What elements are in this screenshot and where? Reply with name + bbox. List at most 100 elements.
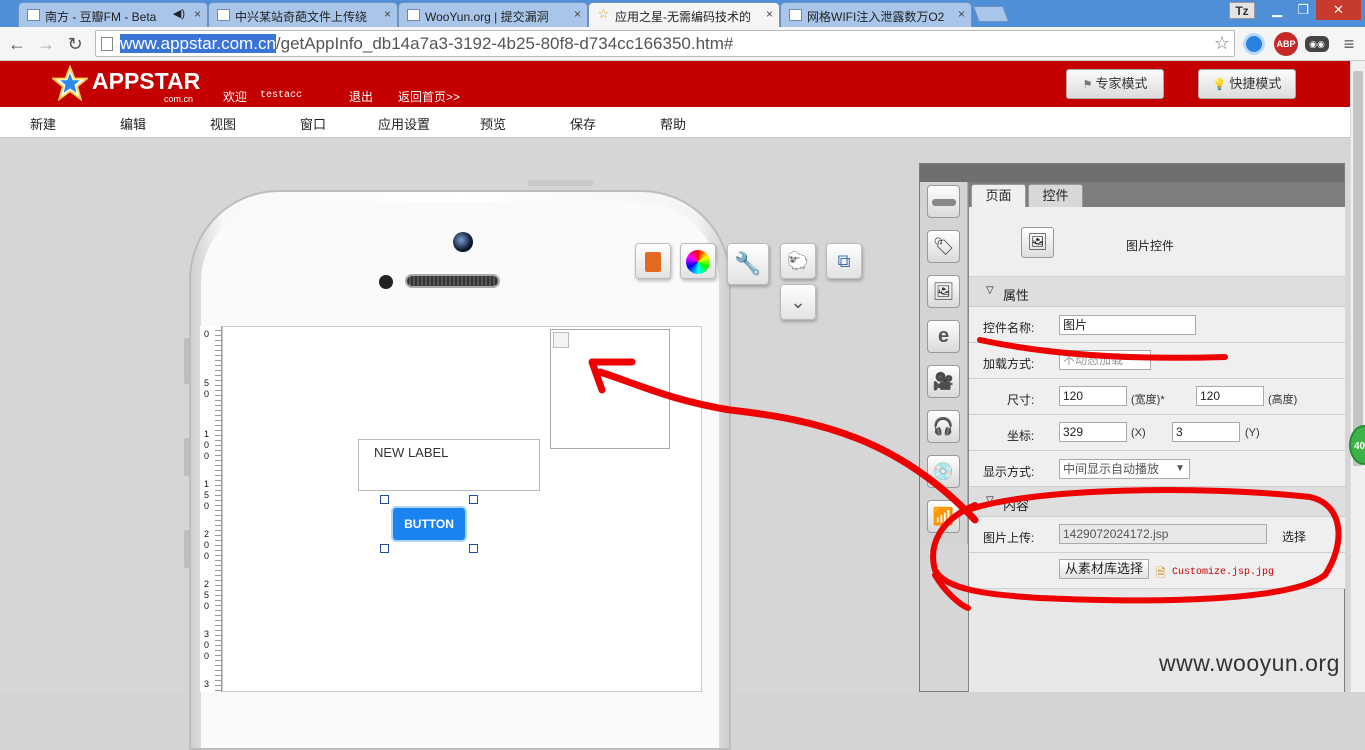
name-input[interactable]: 图片 xyxy=(1059,315,1196,335)
music-widget-tool[interactable]: 💿 xyxy=(927,455,960,488)
more-tools-button[interactable]: ⌄ xyxy=(780,284,816,320)
logout-link[interactable]: 退出 xyxy=(349,88,373,105)
delete-tool-button[interactable] xyxy=(635,243,671,279)
height-unit: (高度) xyxy=(1268,394,1298,406)
library-row: 从素材库选择 🗎 Customize.jsp.jpg xyxy=(969,553,1345,589)
flag-icon: ⚑ xyxy=(1082,79,1096,91)
quick-mode-label: 快捷模式 xyxy=(1229,76,1282,91)
width-unit: (宽度)* xyxy=(1131,394,1165,406)
props-section-header[interactable]: ▽ 属性 xyxy=(969,277,1345,307)
display-select[interactable]: 中间显示自动播放 ▼ xyxy=(1059,459,1190,479)
animation-tool-button[interactable]: 🐑 xyxy=(780,243,816,279)
star-icon: ☆ xyxy=(597,6,610,21)
reload-icon[interactable]: ↻ xyxy=(63,32,87,56)
scrollbar-thumb[interactable] xyxy=(1353,71,1363,466)
tab-title: WooYun.org | 提交漏洞 xyxy=(425,10,549,24)
color-tool-button[interactable] xyxy=(680,243,716,279)
name-row: 控件名称: 图片 xyxy=(969,307,1345,343)
app-header: APPSTAR com.cn 欢迎 testacc 退出 返回首页>> ⚑ 专家… xyxy=(0,61,1350,107)
expert-mode-button[interactable]: ⚑ 专家模式 xyxy=(1066,69,1164,99)
y-unit: (Y) xyxy=(1245,427,1260,439)
adblock-icon[interactable]: ABP xyxy=(1274,32,1298,56)
layer-tool-button[interactable]: ⧉ xyxy=(826,243,862,279)
disc-icon: 💿 xyxy=(932,462,955,481)
tab-page[interactable]: 页面 xyxy=(971,184,1026,207)
menu-edit[interactable]: 编辑 xyxy=(120,114,146,133)
close-icon[interactable]: × xyxy=(766,7,773,21)
spy-extension-icon[interactable]: ◉◉ xyxy=(1305,36,1329,52)
rss-widget-tool[interactable]: 📶 xyxy=(927,500,960,533)
menu-save[interactable]: 保存 xyxy=(570,114,596,133)
resize-handle[interactable] xyxy=(380,495,389,504)
width-input[interactable]: 120 xyxy=(1059,386,1127,406)
position-label: 坐标: xyxy=(1007,429,1035,443)
upload-input[interactable]: 1429072024172.jsp xyxy=(1059,524,1267,544)
resize-handle[interactable] xyxy=(469,544,478,553)
close-window-icon[interactable]: ✕ xyxy=(1316,0,1361,20)
close-icon[interactable]: × xyxy=(384,7,391,21)
file-name-link[interactable]: Customize.jsp.jpg xyxy=(1172,567,1274,578)
content-section-header[interactable]: ▽ 内容 xyxy=(969,487,1345,517)
browser-tab[interactable]: 南方 - 豆瓣FM - Beta ◀) × xyxy=(18,2,208,27)
welcome-text: 欢迎 xyxy=(223,90,248,104)
button-widget-tool[interactable] xyxy=(927,185,960,218)
image-control[interactable] xyxy=(550,329,670,449)
control-type-row: 🖼 图片控件 xyxy=(969,207,1345,277)
home-link[interactable]: 返回首页>> xyxy=(398,88,460,105)
expert-mode-label: 专家模式 xyxy=(1095,76,1148,91)
menu-preview[interactable]: 预览 xyxy=(480,114,506,133)
ruler-digit: 0 xyxy=(204,389,210,399)
menu-window[interactable]: 窗口 xyxy=(300,114,326,133)
browser-tab[interactable]: 中兴某站奇葩文件上传绕 × xyxy=(208,2,398,27)
menu-new[interactable]: 新建 xyxy=(30,114,56,133)
menu-icon[interactable]: ≡ xyxy=(1337,32,1361,56)
user-badge[interactable]: Tz xyxy=(1229,2,1255,19)
menu-bar: 新建 编辑 视图 窗口 应用设置 预览 保存 帮助 xyxy=(0,107,1350,138)
library-button[interactable]: 从素材库选择 xyxy=(1059,559,1149,579)
image-widget-tool[interactable]: 🖼 xyxy=(927,275,960,308)
triangle-down-icon: ▽ xyxy=(986,495,994,506)
label-widget-tool[interactable]: 🏷 xyxy=(927,230,960,263)
tag-icon: 🏷 xyxy=(932,237,955,256)
display-label: 显示方式: xyxy=(983,465,1035,479)
label-control[interactable]: NEW LABEL xyxy=(358,439,540,491)
close-icon[interactable]: × xyxy=(958,7,965,21)
control-type-title: 图片控件 xyxy=(1126,239,1175,253)
menu-app-settings[interactable]: 应用设置 xyxy=(378,114,430,133)
forward-icon[interactable]: → xyxy=(34,32,58,56)
resize-handle[interactable] xyxy=(469,495,478,504)
load-select[interactable]: 不动态加载 xyxy=(1059,350,1151,370)
web-widget-tool[interactable]: e xyxy=(927,320,960,353)
tab-title: 应用之星-无需编码技术的 xyxy=(615,10,751,24)
page-scrollbar[interactable] xyxy=(1350,61,1365,692)
resize-handle[interactable] xyxy=(380,544,389,553)
new-tab-button[interactable] xyxy=(973,6,1009,22)
minimize-icon[interactable]: ▁ xyxy=(1264,0,1290,20)
browser-tab[interactable]: WooYun.org | 提交漏洞 × xyxy=(398,2,588,27)
browser-tab-active[interactable]: ☆ 应用之星-无需编码技术的 × xyxy=(588,2,780,27)
bookmark-star-icon[interactable]: ☆ xyxy=(1214,31,1230,56)
extension-blue-icon[interactable] xyxy=(1243,33,1265,55)
file-icon: 🗎 xyxy=(1156,566,1166,580)
choose-link[interactable]: 选择 xyxy=(1282,528,1306,545)
control-toolbox: 🏷 🖼 e 🎥 🎧 💿 📶 xyxy=(920,182,968,544)
height-input[interactable]: 120 xyxy=(1196,386,1264,406)
back-icon[interactable]: ← xyxy=(5,32,29,56)
restore-icon[interactable]: ❐ xyxy=(1290,0,1316,20)
tab-control[interactable]: 控件 xyxy=(1028,184,1083,207)
address-bar[interactable]: www.appstar.com.cn/getAppInfo_db14a7a3-3… xyxy=(95,30,1235,57)
button-control[interactable]: BUTTON xyxy=(391,506,467,542)
close-icon[interactable]: × xyxy=(574,7,581,21)
quick-mode-button[interactable]: 💡 快捷模式 xyxy=(1198,69,1296,99)
position-row: 坐标: 329 (X) 3 (Y) xyxy=(969,415,1345,451)
y-input[interactable]: 3 xyxy=(1172,422,1240,442)
video-widget-tool[interactable]: 🎥 xyxy=(927,365,960,398)
browser-tab[interactable]: 网格WIFI注入泄露数万O2 × xyxy=(780,2,972,27)
menu-help[interactable]: 帮助 xyxy=(660,114,686,133)
audio-widget-tool[interactable]: 🎧 xyxy=(927,410,960,443)
x-input[interactable]: 329 xyxy=(1059,422,1127,442)
menu-view[interactable]: 视图 xyxy=(210,114,236,133)
close-icon[interactable]: × xyxy=(194,7,201,21)
ruler-digit: 3 xyxy=(204,629,210,639)
settings-tool-button[interactable]: 🔧 xyxy=(727,243,769,285)
